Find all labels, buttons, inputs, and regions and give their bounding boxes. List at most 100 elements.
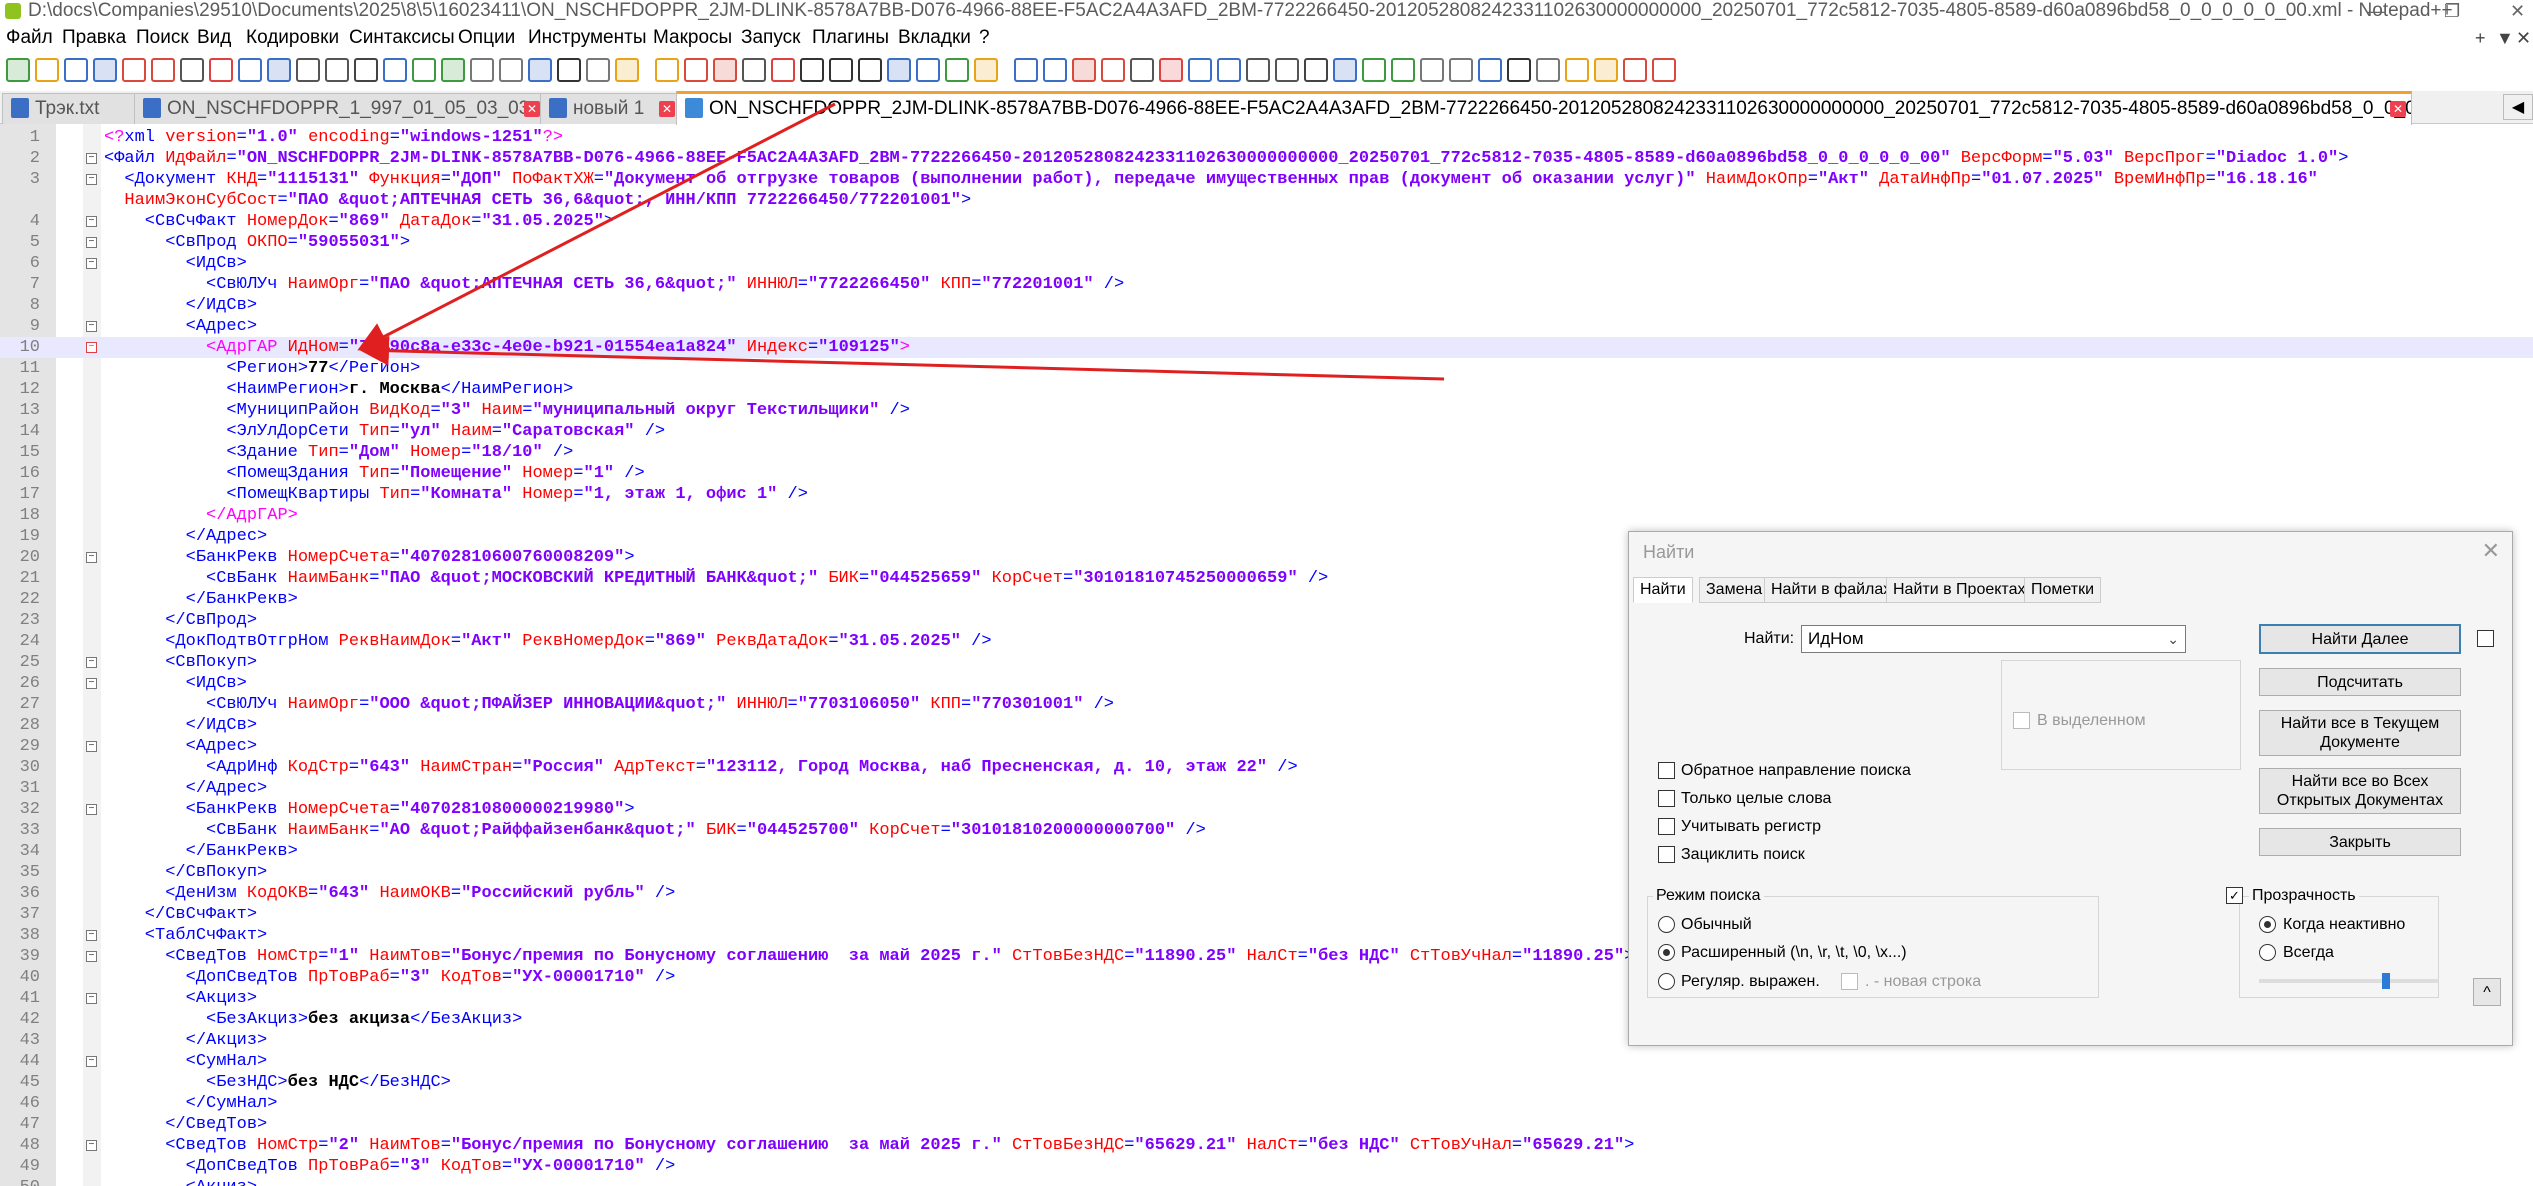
code-line[interactable]: 13 <МуниципРайон ВидКод="3" Наим="муници… — [0, 400, 2533, 421]
paste-icon[interactable] — [267, 58, 291, 82]
dot-newline-checkbox[interactable] — [1841, 973, 1858, 990]
save-icon[interactable] — [64, 58, 88, 82]
code-line[interactable]: 7 <СвЮЛУч НаимОрг="ПАО &quot;АПТЕЧНАЯ СЕ… — [0, 274, 2533, 295]
code-line[interactable]: 50 <Акциз> — [0, 1177, 2533, 1186]
toolbar-tool-45-icon[interactable] — [1333, 58, 1357, 82]
code-line[interactable]: 18 </АдрГАР> — [0, 505, 2533, 526]
folder-workspace-icon[interactable] — [684, 58, 708, 82]
collapse-dialog-button[interactable]: ^ — [2473, 978, 2501, 1006]
menu-search[interactable]: Поиск — [136, 23, 189, 53]
when-inactive-radio[interactable] — [2259, 916, 2276, 933]
toolbar-tool-43-icon[interactable] — [1275, 58, 1299, 82]
code-line[interactable]: 11 <Регион>77</Регион> — [0, 358, 2533, 379]
find-next-button[interactable]: Найти Далее — [2259, 624, 2461, 654]
close-tab-icon[interactable]: ✕ — [659, 101, 675, 117]
tab-list-dropdown-button[interactable]: ▼ — [2496, 23, 2514, 53]
menu-edit[interactable]: Правка — [62, 23, 126, 53]
code-line[interactable]: 5 − <СвПрод ОКПО="59055031"> — [0, 232, 2533, 253]
toolbar-tool-44-icon[interactable] — [1304, 58, 1328, 82]
tab-replace[interactable]: Замена — [1699, 577, 1770, 603]
toolbar-tool-49-icon[interactable] — [1449, 58, 1473, 82]
new-file-icon[interactable] — [6, 58, 30, 82]
minimize-button[interactable]: — — [2368, 0, 2386, 22]
find-all-current-button[interactable]: Найти все в Текущем Документе — [2259, 710, 2461, 756]
toolbar-tool-38-icon[interactable] — [1130, 58, 1154, 82]
mode-regex-radio[interactable] — [1658, 973, 1675, 990]
eye-icon[interactable] — [742, 58, 766, 82]
count-button[interactable]: Подсчитать — [2259, 668, 2461, 696]
find-all-open-button[interactable]: Найти все во Всех Открытых Документах — [2259, 768, 2461, 814]
menu-plugins[interactable]: Плагины — [812, 23, 889, 53]
code-line[interactable]: 45 <БезНДС>без НДС</БезНДС> — [0, 1072, 2533, 1093]
menu-syntax[interactable]: Синтаксисы — [349, 23, 455, 53]
fold-toggle-icon[interactable]: − — [86, 237, 97, 248]
doc-map-icon[interactable] — [615, 58, 639, 82]
toolbar-tool-46-icon[interactable] — [1362, 58, 1386, 82]
close-window-button[interactable]: ✕ — [2510, 0, 2525, 22]
record-macro-icon[interactable] — [771, 58, 795, 82]
fold-toggle-icon[interactable]: − — [86, 1140, 97, 1151]
code-line[interactable]: 4− <СвСчФакт НомерДок="869" ДатаДок="31.… — [0, 211, 2533, 232]
close-all-icon[interactable] — [151, 58, 175, 82]
code-line[interactable]: 48− <СведТов НомСтр="2" НаимТов="Бонус/п… — [0, 1135, 2533, 1156]
fold-toggle-icon[interactable]: − — [86, 993, 97, 1004]
code-line[interactable]: 14 <ЭлУлДорСети Тип="ул" Наим="Саратовск… — [0, 421, 2533, 442]
toolbar-tool-52-icon[interactable] — [1536, 58, 1560, 82]
fold-toggle-icon[interactable]: − — [86, 258, 97, 269]
fold-toggle-icon[interactable]: − — [86, 678, 97, 689]
close-document-button[interactable]: ✕ — [2516, 23, 2531, 53]
mode-normal-radio[interactable] — [1658, 916, 1675, 933]
find-icon[interactable] — [354, 58, 378, 82]
open-file-icon[interactable] — [35, 58, 59, 82]
maximize-button[interactable]: ❐ — [2444, 0, 2460, 22]
whole-word-checkbox[interactable] — [1658, 790, 1675, 807]
new-tab-plus-button[interactable]: + — [2475, 23, 2486, 53]
chevron-down-icon[interactable]: ⌄ — [2167, 626, 2179, 652]
code-line[interactable]: 46 </СумНал> — [0, 1093, 2533, 1114]
menu-run[interactable]: Запуск — [741, 23, 800, 53]
toolbar-tool-40-icon[interactable] — [1188, 58, 1212, 82]
toolbar-tool-55-icon[interactable] — [1623, 58, 1647, 82]
tab-find-in-projects[interactable]: Найти в Проектах — [1886, 577, 2033, 603]
toolbar-tool-53-icon[interactable] — [1565, 58, 1589, 82]
code-line[interactable]: НаимЭконСубСост="ПАО &quot;АПТЕЧНАЯ СЕТЬ… — [0, 190, 2533, 211]
toolbar-tool-35-icon[interactable] — [1043, 58, 1067, 82]
transparency-slider-thumb[interactable] — [2382, 973, 2390, 989]
fold-toggle-icon[interactable]: − — [86, 930, 97, 941]
menu-view[interactable]: Вид — [197, 23, 231, 53]
tab-marks[interactable]: Пометки — [2024, 577, 2102, 603]
toolbar-tool-36-icon[interactable] — [1072, 58, 1096, 82]
save-all-icon[interactable] — [93, 58, 117, 82]
toolbar-tool-39-icon[interactable] — [1159, 58, 1183, 82]
tab-find[interactable]: Найти — [1633, 577, 1693, 603]
code-line[interactable]: 1 <?xml version="1.0" encoding="windows-1… — [0, 127, 2533, 148]
monitoring-icon[interactable] — [713, 58, 737, 82]
sync-horizontal-icon[interactable] — [499, 58, 523, 82]
toolbar-tool-47-icon[interactable] — [1391, 58, 1415, 82]
plugin-icon[interactable] — [916, 58, 940, 82]
always-radio[interactable] — [2259, 944, 2276, 961]
code-line[interactable]: 8 </ИдСв> — [0, 295, 2533, 316]
tab-scroll-left-button[interactable]: ◀ — [2503, 94, 2533, 120]
menu-macros[interactable]: Макросы — [653, 23, 732, 53]
fold-toggle-icon[interactable]: − — [86, 657, 97, 668]
fold-toggle-icon[interactable]: − — [86, 951, 97, 962]
play-macro-icon[interactable] — [829, 58, 853, 82]
dialog-close-icon[interactable]: ✕ — [2482, 538, 2500, 564]
in-selection-checkbox[interactable] — [2013, 712, 2030, 729]
toolbar-tool-32-icon[interactable] — [945, 58, 969, 82]
menu-encoding[interactable]: Кодировки — [246, 23, 339, 53]
code-line[interactable]: 9 − <Адрес> — [0, 316, 2533, 337]
tab-new-1[interactable]: новый 1 ✕ — [540, 93, 680, 124]
zoom-in-icon[interactable] — [412, 58, 436, 82]
indent-guide-icon[interactable] — [586, 58, 610, 82]
code-line[interactable]: 44 − <СумНал> — [0, 1051, 2533, 1072]
menu-help[interactable]: ? — [979, 23, 990, 53]
code-line[interactable]: 6 − <ИдСв> — [0, 253, 2533, 274]
transparency-checkbox[interactable]: ✓ — [2226, 887, 2243, 904]
wrap-around-checkbox[interactable] — [1658, 846, 1675, 863]
code-line[interactable]: 16 <ПомещЗдания Тип="Помещение" Номер="1… — [0, 463, 2533, 484]
toolbar-tool-48-icon[interactable] — [1420, 58, 1444, 82]
close-tab-icon[interactable]: ✕ — [2390, 101, 2406, 117]
fold-toggle-icon[interactable]: − — [86, 804, 97, 815]
